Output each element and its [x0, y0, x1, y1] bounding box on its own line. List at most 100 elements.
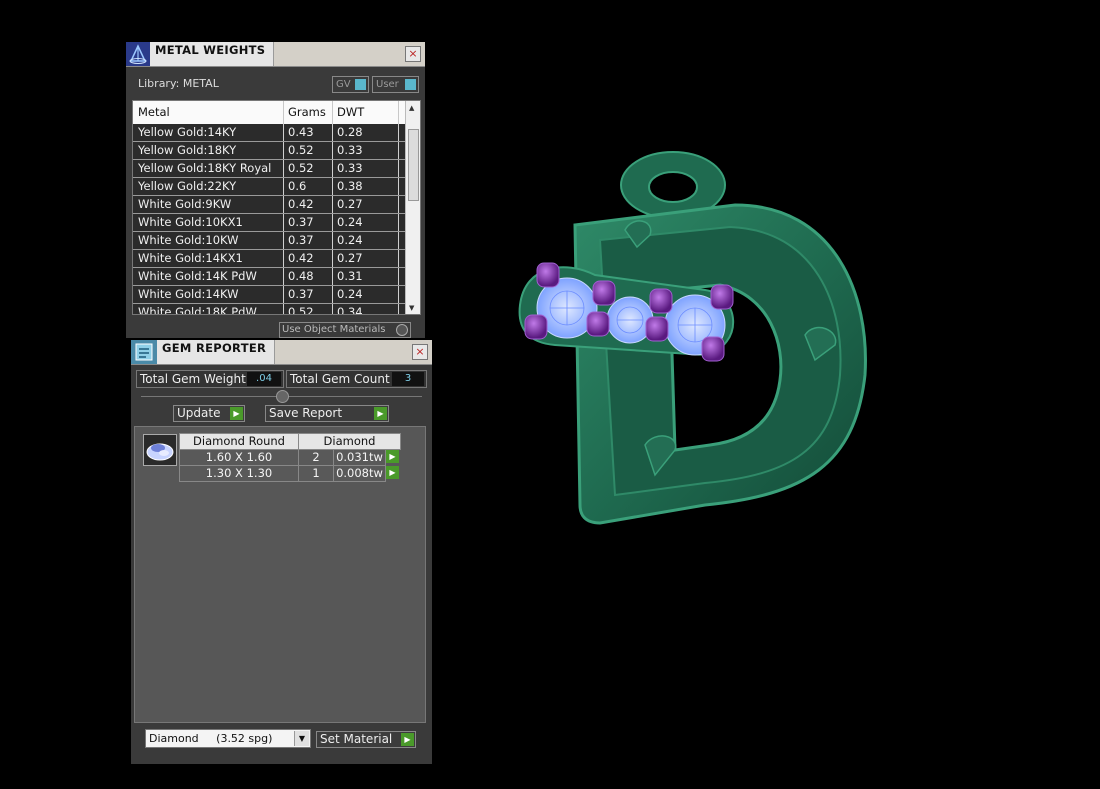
total-gem-count-field: Total Gem Count 3	[286, 370, 427, 388]
save-report-button-label: Save Report	[269, 406, 343, 420]
use-object-materials-label: Use Object Materials	[282, 324, 386, 335]
cell-dwt: 0.24	[332, 232, 399, 249]
pendant-3d-model[interactable]	[505, 145, 875, 535]
close-icon[interactable]: ×	[405, 46, 421, 62]
cell-metal: Yellow Gold:18KY Royal	[133, 160, 284, 177]
cell-grams: 0.37	[283, 232, 333, 249]
close-icon[interactable]: ×	[412, 344, 428, 360]
metal-weights-table: Metal Grams DWT Yellow Gold:14KY 0.43 0.28…	[132, 100, 421, 315]
cell-metal: White Gold:9KW	[133, 196, 284, 213]
toggle-switch-icon	[405, 79, 416, 90]
gem-cell-size: 1.60 X 1.60	[179, 449, 299, 466]
prong	[701, 336, 725, 362]
set-material-button[interactable]: Set Material ▶	[316, 731, 416, 748]
gem-cell-weight: 0.008tw	[333, 465, 386, 482]
gem-reporter-titlebar[interactable]: GEM REPORTER ×	[131, 340, 432, 365]
table-row[interactable]: White Gold:9KW 0.42 0.27	[133, 196, 405, 214]
letter-d-body	[573, 203, 867, 525]
cell-dwt: 0.34	[332, 304, 399, 314]
table-row[interactable]: White Gold:10KW 0.37 0.24	[133, 232, 405, 250]
toggle-switch-icon	[355, 79, 366, 90]
cell-grams: 0.37	[283, 214, 333, 231]
cell-grams: 0.52	[283, 160, 333, 177]
table-row[interactable]: White Gold:14KW 0.37 0.24	[133, 286, 405, 304]
column-header-dwt[interactable]: DWT	[332, 101, 399, 124]
gem-table-header-shape: Diamond Round	[179, 433, 299, 450]
scroll-thumb[interactable]	[408, 129, 419, 201]
update-button[interactable]: Update ▶	[173, 405, 245, 422]
save-report-button[interactable]: Save Report ▶	[265, 405, 389, 422]
user-toggle-label: User	[376, 79, 399, 90]
cell-dwt: 0.31	[332, 268, 399, 285]
gem-cell-weight: 0.031tw	[333, 449, 386, 466]
cell-grams: 0.42	[283, 250, 333, 267]
radio-icon	[396, 324, 408, 336]
table-row[interactable]: Yellow Gold:14KY 0.43 0.28	[133, 124, 405, 142]
play-arrow-icon: ▶	[401, 733, 414, 746]
prong	[645, 316, 669, 342]
cell-grams: 0.43	[283, 124, 333, 141]
gv-toggle-label: GV	[336, 79, 351, 90]
cell-grams: 0.52	[283, 142, 333, 159]
gem-table-header-material: Diamond	[298, 433, 401, 450]
table-row[interactable]: Yellow Gold:18KY Royal 0.52 0.33	[133, 160, 405, 178]
prong	[710, 284, 734, 310]
column-header-grams[interactable]: Grams	[283, 101, 333, 124]
cell-dwt: 0.38	[332, 178, 399, 195]
column-header-metal[interactable]: Metal	[133, 101, 284, 124]
table-row[interactable]: Yellow Gold:18KY 0.52 0.33	[133, 142, 405, 160]
play-arrow-icon: ▶	[374, 407, 387, 420]
user-toggle[interactable]: User	[372, 76, 419, 93]
material-select-value: Diamond (3.52 spg)	[149, 732, 273, 745]
scroll-down-icon[interactable]: ▼	[409, 304, 414, 312]
chevron-down-icon[interactable]: ▼	[294, 731, 309, 746]
prong	[536, 262, 560, 288]
play-arrow-icon[interactable]: ▶	[386, 450, 399, 463]
cell-dwt: 0.24	[332, 286, 399, 303]
gem-reporter-panel: GEM REPORTER × Total Gem Weight .04 Tota…	[131, 340, 432, 764]
total-gem-count-label: Total Gem Count	[290, 372, 390, 386]
cell-metal: White Gold:10KX1	[133, 214, 284, 231]
metal-weights-title: METAL WEIGHTS	[150, 42, 275, 66]
cell-dwt: 0.27	[332, 196, 399, 213]
table-row[interactable]: Yellow Gold:22KY 0.6 0.38	[133, 178, 405, 196]
use-object-materials-toggle[interactable]: Use Object Materials	[279, 322, 411, 338]
prong	[586, 311, 610, 337]
cell-grams: 0.37	[283, 286, 333, 303]
total-gem-weight-value: .04	[247, 372, 281, 386]
update-button-label: Update	[177, 406, 221, 420]
total-gem-count-value: 3	[392, 372, 424, 386]
total-gem-weight-field: Total Gem Weight .04	[136, 370, 284, 388]
table-row[interactable]: White Gold:10KX1 0.37 0.24	[133, 214, 405, 232]
cell-grams: 0.52	[283, 304, 333, 314]
prong	[592, 280, 616, 306]
cell-metal: White Gold:18K PdW	[133, 304, 284, 314]
material-select[interactable]: Diamond (3.52 spg) ▼	[145, 729, 311, 748]
cell-dwt: 0.27	[332, 250, 399, 267]
metal-weights-rows: Yellow Gold:14KY 0.43 0.28 Yellow Gold:18KY…	[133, 124, 405, 314]
table-row[interactable]: White Gold:14K PdW 0.48 0.31	[133, 268, 405, 286]
scroll-up-icon[interactable]: ▲	[409, 104, 414, 112]
cell-metal: White Gold:14KW	[133, 286, 284, 303]
library-label: Library: METAL	[138, 77, 219, 90]
gem-cell-count: 1	[298, 465, 334, 482]
cell-dwt: 0.33	[332, 142, 399, 159]
table-header: Metal Grams DWT	[133, 101, 405, 124]
table-row[interactable]: White Gold:18K PdW 0.52 0.34	[133, 304, 405, 314]
prong	[649, 288, 673, 314]
cell-dwt: 0.24	[332, 214, 399, 231]
cell-metal: Yellow Gold:22KY	[133, 178, 284, 195]
gem-cell-count: 2	[298, 449, 334, 466]
collapse-handle-icon[interactable]	[276, 390, 289, 403]
cell-metal: White Gold:14K PdW	[133, 268, 284, 285]
gem-reporter-title: GEM REPORTER	[157, 340, 276, 364]
play-arrow-icon[interactable]: ▶	[386, 466, 399, 479]
table-scrollbar[interactable]: ▲ ▼	[405, 101, 420, 314]
cell-grams: 0.48	[283, 268, 333, 285]
scale-icon	[126, 42, 150, 66]
metal-weights-titlebar[interactable]: METAL WEIGHTS ×	[126, 42, 425, 67]
gv-toggle[interactable]: GV	[332, 76, 369, 93]
metal-weights-panel: METAL WEIGHTS × Library: METAL GV User M…	[126, 42, 425, 338]
gem-cell-size: 1.30 X 1.30	[179, 465, 299, 482]
table-row[interactable]: White Gold:14KX1 0.42 0.27	[133, 250, 405, 268]
